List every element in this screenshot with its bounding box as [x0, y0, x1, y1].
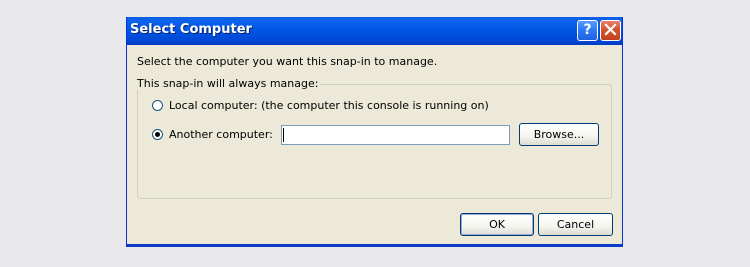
groupbox-legend: This snap-in will always manage: — [135, 77, 321, 90]
select-computer-dialog: Select Computer ? Select the computer yo… — [126, 17, 623, 247]
another-computer-label[interactable]: Another computer: — [169, 128, 273, 141]
computer-name-input[interactable] — [281, 125, 510, 145]
radio-selected-dot — [155, 132, 160, 137]
text-caret — [283, 128, 284, 142]
close-icon — [604, 23, 617, 36]
help-button[interactable]: ? — [577, 20, 598, 41]
close-button[interactable] — [600, 20, 621, 41]
instruction-text: Select the computer you want this snap-i… — [137, 55, 438, 68]
dialog-title: Select Computer — [130, 22, 252, 37]
ok-button[interactable]: OK — [460, 213, 534, 236]
help-icon: ? — [583, 22, 592, 38]
cancel-button[interactable]: Cancel — [538, 213, 613, 236]
title-bar[interactable]: Select Computer ? — [127, 17, 622, 45]
local-computer-label[interactable]: Local computer: (the computer this conso… — [169, 99, 489, 112]
local-computer-radio[interactable] — [152, 100, 163, 111]
browse-button[interactable]: Browse... — [519, 123, 599, 146]
another-computer-radio[interactable] — [152, 129, 163, 140]
